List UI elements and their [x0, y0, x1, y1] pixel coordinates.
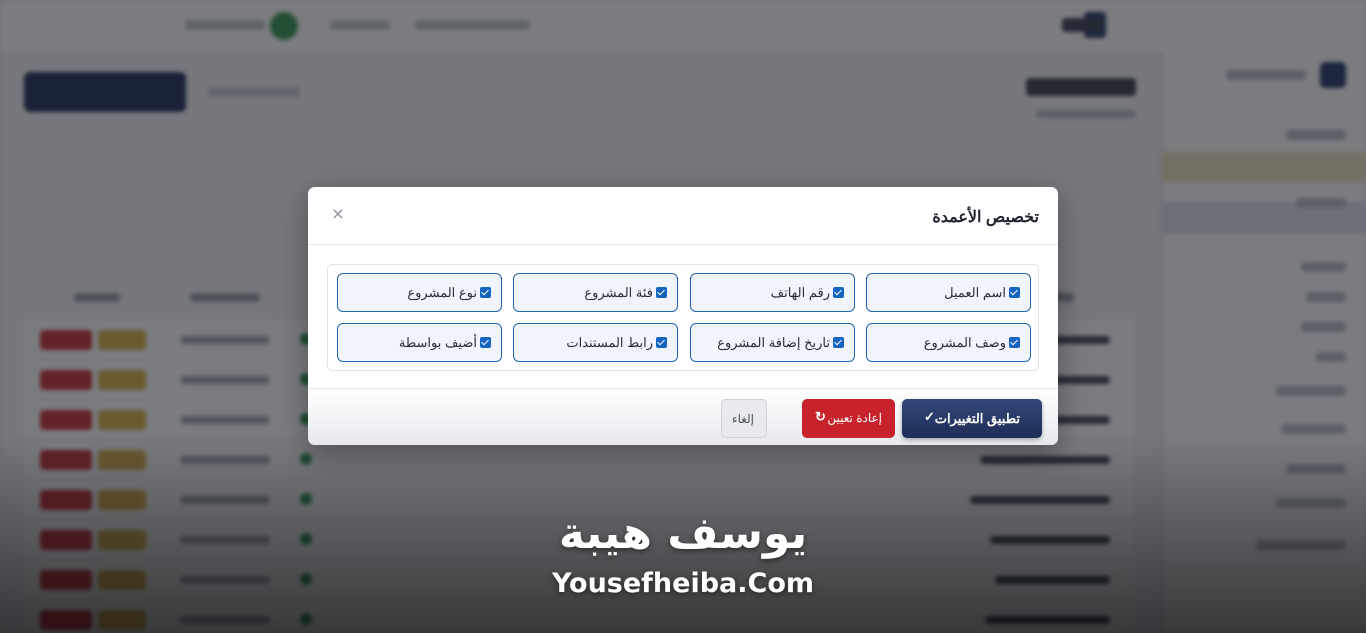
- column-option-label: رابط المستندات: [566, 335, 653, 350]
- column-option-added-by[interactable]: أضيف بواسطة: [337, 323, 502, 362]
- column-option-project-added-date[interactable]: تاريخ إضافة المشروع: [690, 323, 855, 362]
- columns-options-panel: اسم العميل رقم الهاتف فئة المشروع نوع ال…: [327, 264, 1039, 371]
- column-option-client-name[interactable]: اسم العميل: [866, 273, 1031, 312]
- modal-footer: تطبيق التغييرات ✓ إعادة تعيين ↻ إلغاء: [308, 388, 1058, 445]
- checkbox-checked-icon[interactable]: [833, 337, 844, 348]
- column-option-label: أضيف بواسطة: [398, 335, 477, 350]
- cancel-button[interactable]: إلغاء: [721, 399, 767, 438]
- check-icon: ✓: [924, 409, 935, 424]
- apply-button-label: تطبيق التغييرات: [934, 411, 1020, 426]
- modal-header: تخصيص الأعمدة ×: [308, 187, 1058, 245]
- reset-button[interactable]: إعادة تعيين ↻: [802, 399, 895, 438]
- column-option-project-description[interactable]: وصف المشروع: [866, 323, 1031, 362]
- column-option-label: تاريخ إضافة المشروع: [717, 335, 830, 350]
- column-option-label: اسم العميل: [944, 285, 1006, 300]
- checkbox-checked-icon[interactable]: [480, 287, 491, 298]
- column-option-project-category[interactable]: فئة المشروع: [513, 273, 678, 312]
- checkbox-checked-icon[interactable]: [1009, 337, 1020, 348]
- column-option-label: فئة المشروع: [584, 285, 653, 300]
- watermark-latin: Yousefheiba.Com: [551, 568, 815, 599]
- checkbox-checked-icon[interactable]: [656, 337, 667, 348]
- modal-title: تخصيص الأعمدة: [932, 209, 1039, 226]
- apply-changes-button[interactable]: تطبيق التغييرات ✓: [902, 399, 1042, 438]
- undo-icon: ↻: [815, 409, 826, 424]
- watermark-arabic: يوسف هيبة: [558, 508, 808, 559]
- checkbox-checked-icon[interactable]: [1009, 287, 1020, 298]
- column-option-project-type[interactable]: نوع المشروع: [337, 273, 502, 312]
- checkbox-checked-icon[interactable]: [833, 287, 844, 298]
- column-option-label: رقم الهاتف: [770, 285, 830, 300]
- column-option-label: نوع المشروع: [407, 285, 477, 300]
- column-option-documents-link[interactable]: رابط المستندات: [513, 323, 678, 362]
- reset-button-label: إعادة تعيين: [827, 411, 882, 425]
- column-option-phone[interactable]: رقم الهاتف: [690, 273, 855, 312]
- close-icon[interactable]: ×: [330, 205, 346, 223]
- checkbox-checked-icon[interactable]: [656, 287, 667, 298]
- column-option-label: وصف المشروع: [923, 335, 1006, 350]
- customize-columns-modal: تخصيص الأعمدة × اسم العميل رقم الهاتف فئ…: [308, 187, 1058, 445]
- checkbox-checked-icon[interactable]: [480, 337, 491, 348]
- cancel-button-label: إلغاء: [731, 412, 754, 426]
